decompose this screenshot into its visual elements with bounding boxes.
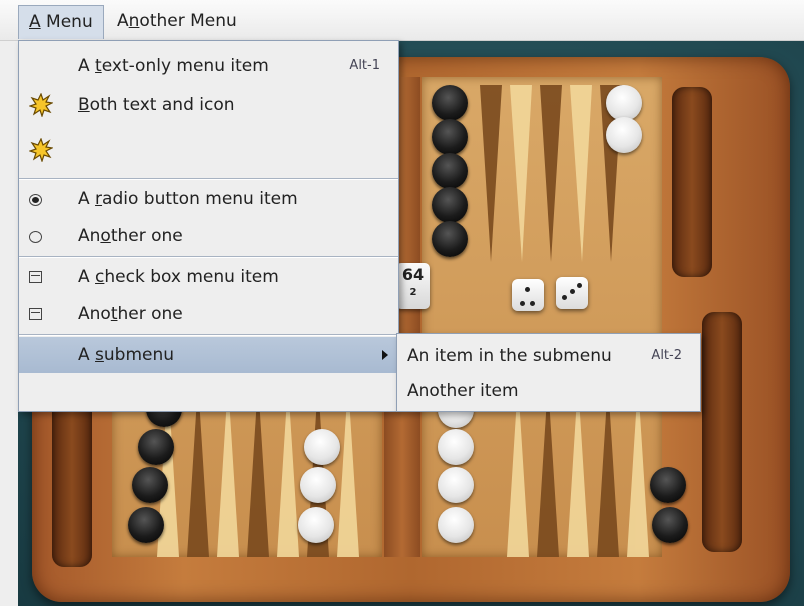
checkbox-icon — [29, 308, 42, 320]
menu-separator — [19, 334, 398, 336]
submenu-item-2[interactable]: Another item — [397, 373, 700, 409]
white-checker[interactable] — [438, 429, 474, 465]
menu-item-text-and-icon[interactable]: Both text and icon — [19, 87, 398, 123]
die-pip — [577, 283, 582, 288]
accelerator-label: Alt-2 — [651, 348, 682, 363]
doubling-cube-value: 64 — [401, 265, 425, 284]
checkbox-icon — [29, 271, 42, 283]
menu-item-submenu[interactable]: A submenu — [19, 337, 398, 373]
white-checker[interactable] — [438, 467, 474, 503]
menu-another-menu[interactable]: Another Menu — [107, 5, 247, 37]
menu-bar: A Menu Another Menu — [0, 0, 804, 41]
black-checker[interactable] — [132, 467, 168, 503]
menu-item-radio-1[interactable]: A radio button menu item — [19, 181, 398, 217]
radio-selected-icon — [29, 194, 42, 206]
white-checker[interactable] — [298, 507, 334, 543]
die-pip — [562, 295, 567, 300]
die[interactable] — [556, 277, 588, 309]
submenu-arrow-icon — [382, 350, 388, 360]
black-checker[interactable] — [432, 153, 468, 189]
starburst-icon — [29, 93, 53, 117]
black-checker[interactable] — [432, 187, 468, 223]
die[interactable] — [512, 279, 544, 311]
accelerator-label: Alt-1 — [349, 58, 380, 73]
submenu-popup: An item in the submenu Alt-2 Another ite… — [396, 333, 701, 412]
doubling-cube-sub: 2 — [409, 287, 417, 298]
white-checker[interactable] — [304, 429, 340, 465]
black-checker[interactable] — [650, 467, 686, 503]
menu-a-menu[interactable]: A Menu — [18, 5, 104, 39]
black-checker[interactable] — [128, 507, 164, 543]
white-checker[interactable] — [606, 85, 642, 121]
submenu-item-1[interactable]: An item in the submenu Alt-2 — [397, 338, 700, 374]
die-pip — [530, 301, 535, 306]
die-pip — [525, 287, 530, 292]
radio-unselected-icon — [29, 231, 42, 243]
die-pip — [520, 301, 525, 306]
black-checker[interactable] — [138, 429, 174, 465]
menu-item-icon-only[interactable] — [19, 132, 398, 168]
black-checker[interactable] — [652, 507, 688, 543]
menu-item-radio-2[interactable]: Another one — [19, 218, 398, 254]
menu-separator — [19, 256, 398, 258]
black-checker[interactable] — [432, 221, 468, 257]
doubling-cube[interactable]: 64 2 — [396, 263, 430, 309]
die-pip — [570, 289, 575, 294]
starburst-icon — [29, 138, 53, 162]
menu-separator — [19, 178, 398, 180]
black-checker[interactable] — [432, 119, 468, 155]
black-checker[interactable] — [432, 85, 468, 121]
white-checker[interactable] — [606, 117, 642, 153]
a-menu-popup: A text-only menu item Alt-1 Both text an… — [18, 40, 399, 412]
white-checker[interactable] — [438, 507, 474, 543]
menu-item-check-1[interactable]: A check box menu item — [19, 259, 398, 295]
menu-item-check-2[interactable]: Another one — [19, 296, 398, 332]
white-checker[interactable] — [300, 467, 336, 503]
menu-item-text-only[interactable]: A text-only menu item Alt-1 — [19, 48, 398, 84]
